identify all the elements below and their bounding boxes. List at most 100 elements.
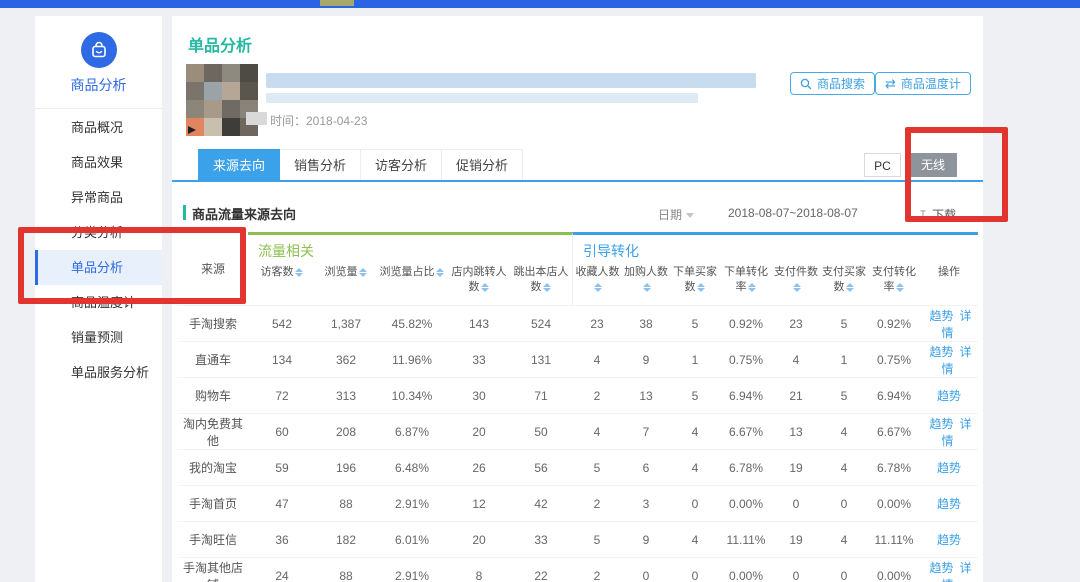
- date-dropdown[interactable]: 日期: [658, 206, 694, 223]
- sidebar-title: 商品分析: [35, 75, 162, 95]
- column-header[interactable]: 下单转化率: [720, 259, 772, 305]
- value-cell: 208: [316, 425, 376, 439]
- trend-link[interactable]: 趋势: [937, 533, 961, 547]
- value-cell: 59: [248, 461, 316, 475]
- value-cell: 0.75%: [720, 353, 772, 367]
- tab-active[interactable]: 来源去向: [198, 149, 280, 180]
- value-cell: 6.94%: [720, 389, 772, 403]
- source-cell: 手淘搜索: [178, 315, 248, 332]
- source-cell: 手淘首页: [178, 495, 248, 512]
- product-thermometer-button[interactable]: ⇄ 商品温度计: [875, 72, 971, 95]
- trend-link[interactable]: 趋势: [929, 309, 953, 323]
- product-search-button[interactable]: 商品搜索: [790, 72, 875, 95]
- value-cell: 5: [572, 533, 622, 547]
- value-cell: 182: [316, 533, 376, 547]
- trend-link[interactable]: 趋势: [937, 461, 961, 475]
- value-cell: 45.82%: [376, 317, 448, 331]
- tab[interactable]: 销售分析: [280, 149, 361, 180]
- value-cell: 19: [772, 533, 820, 547]
- tab[interactable]: 促销分析: [442, 149, 523, 180]
- value-cell: 11.11%: [868, 533, 920, 547]
- download-label: 下载: [932, 208, 956, 222]
- table-header: 来源 流量相关 引导转化 访客数浏览量浏览量占比店内跳转人数跳出本店人数收藏人数…: [178, 232, 978, 305]
- sidebar-item-active[interactable]: 单品分析: [35, 250, 162, 285]
- sort-icon[interactable]: [436, 267, 445, 278]
- value-cell: 72: [248, 389, 316, 403]
- download-icon: ↧: [918, 208, 928, 222]
- sidebar-item[interactable]: 单品服务分析: [35, 355, 162, 390]
- actions-cell: 趋势详情: [920, 559, 978, 582]
- trend-link[interactable]: 趋势: [929, 561, 953, 575]
- table-row: 淘内免费其他602086.87%20504746.67%1346.67%趋势详情: [178, 413, 978, 449]
- sort-icon[interactable]: [896, 282, 905, 293]
- value-cell: 11.11%: [720, 533, 772, 547]
- sidebar-item[interactable]: 异常商品: [35, 180, 162, 215]
- actions-cell: 趋势: [920, 387, 978, 404]
- column-header[interactable]: 支付件数: [772, 259, 820, 305]
- value-cell: 0: [820, 497, 868, 511]
- value-cell: 6: [622, 461, 670, 475]
- column-header[interactable]: 访客数: [248, 259, 316, 305]
- value-cell: 6.67%: [868, 425, 920, 439]
- source-cell: 淘内免费其他: [178, 415, 248, 449]
- table-row: 手淘首页47882.91%12422300.00%000.00%趋势: [178, 485, 978, 521]
- sort-icon[interactable]: [642, 282, 651, 293]
- actions-cell: 趋势: [920, 495, 978, 512]
- column-header[interactable]: 支付买家数: [820, 259, 868, 305]
- sort-icon[interactable]: [792, 282, 801, 293]
- toggle-wireless-button[interactable]: 无线: [909, 153, 957, 177]
- sort-icon[interactable]: [543, 282, 552, 293]
- date-range-value[interactable]: 2018-08-07~2018-08-07: [728, 206, 858, 220]
- sort-icon[interactable]: [359, 267, 368, 278]
- column-header[interactable]: 加购人数: [622, 259, 670, 305]
- value-cell: 33: [448, 353, 510, 367]
- value-cell: 20: [448, 533, 510, 547]
- value-cell: 0.75%: [868, 353, 920, 367]
- sort-icon[interactable]: [748, 282, 757, 293]
- sidebar: 商品分析 商品概况商品效果异常商品分类分析单品分析商品温度计销量预测单品服务分析: [35, 16, 162, 582]
- sort-icon[interactable]: [846, 282, 855, 293]
- download-button[interactable]: ↧ 下载: [918, 206, 956, 223]
- trend-link[interactable]: 趋势: [929, 417, 953, 431]
- actions-cell: 趋势: [920, 459, 978, 476]
- column-header[interactable]: 店内跳转人数: [448, 259, 510, 305]
- sidebar-item[interactable]: 商品效果: [35, 145, 162, 180]
- sidebar-item[interactable]: 销量预测: [35, 320, 162, 355]
- trend-link[interactable]: 趋势: [937, 497, 961, 511]
- sort-icon[interactable]: [481, 282, 490, 293]
- sidebar-item[interactable]: 分类分析: [35, 215, 162, 250]
- trend-link[interactable]: 趋势: [937, 389, 961, 403]
- value-cell: 542: [248, 317, 316, 331]
- value-cell: 1: [670, 353, 720, 367]
- column-header[interactable]: 跳出本店人数: [510, 259, 572, 305]
- toggle-pc-button[interactable]: PC: [864, 153, 901, 177]
- column-header[interactable]: 浏览量占比: [376, 259, 448, 305]
- sort-icon[interactable]: [295, 267, 304, 278]
- column-header[interactable]: 收藏人数: [572, 259, 622, 305]
- value-cell: 0.92%: [720, 317, 772, 331]
- column-header[interactable]: 下单买家数: [670, 259, 720, 305]
- value-cell: 4: [670, 425, 720, 439]
- sidebar-item[interactable]: 商品概况: [35, 110, 162, 145]
- column-header[interactable]: 浏览量: [316, 259, 376, 305]
- value-cell: 13: [622, 389, 670, 403]
- column-header-source: 来源: [178, 232, 248, 305]
- sidebar-item[interactable]: 商品温度计: [35, 285, 162, 320]
- sort-icon[interactable]: [697, 282, 706, 293]
- source-cell: 手淘旺信: [178, 531, 248, 548]
- source-cell: 直通车: [178, 351, 248, 368]
- value-cell: 5: [820, 317, 868, 331]
- value-cell: 5: [670, 317, 720, 331]
- date-dropdown-label: 日期: [658, 208, 682, 222]
- value-cell: 60: [248, 425, 316, 439]
- sort-icon[interactable]: [594, 282, 603, 293]
- value-cell: 26: [448, 461, 510, 475]
- value-cell: 56: [510, 461, 572, 475]
- tab[interactable]: 访客分析: [361, 149, 442, 180]
- trend-link[interactable]: 趋势: [929, 345, 953, 359]
- value-cell: 143: [448, 317, 510, 331]
- column-header[interactable]: 支付转化率: [868, 259, 920, 305]
- tabs-underline: [172, 180, 983, 182]
- value-cell: 3: [622, 497, 670, 511]
- value-cell: 524: [510, 317, 572, 331]
